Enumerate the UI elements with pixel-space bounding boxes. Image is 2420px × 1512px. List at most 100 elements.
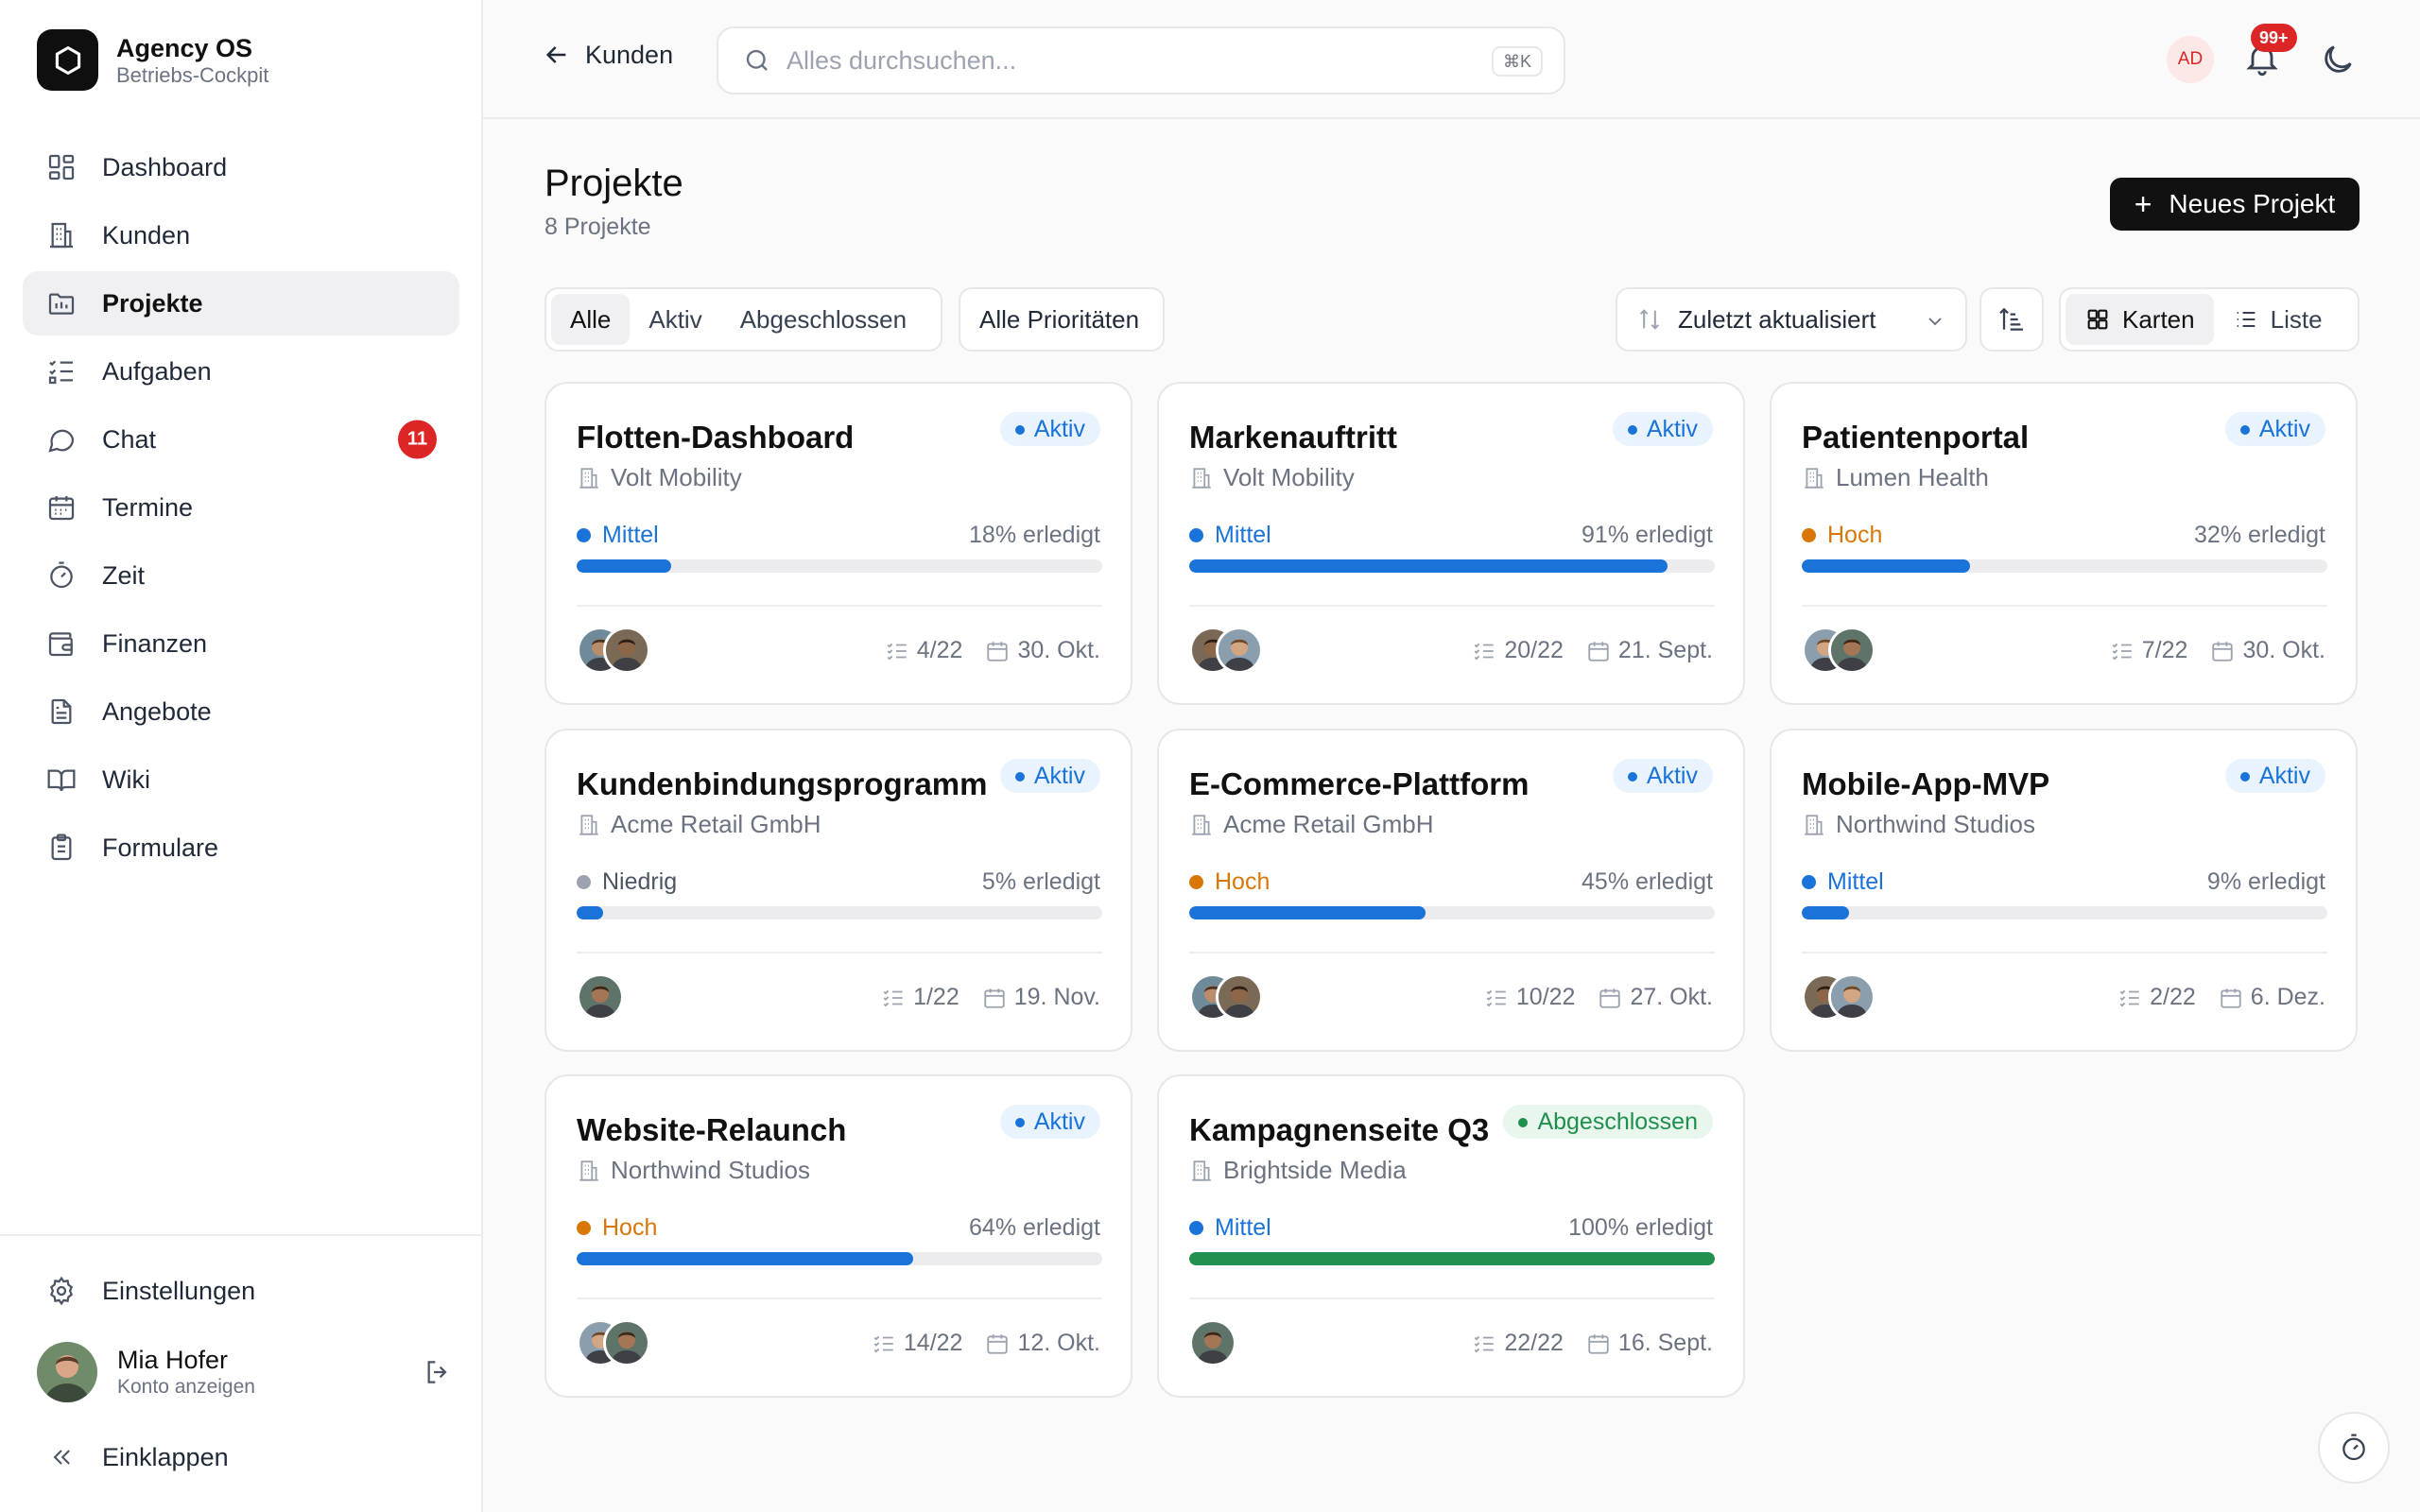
global-search[interactable]: ⌘K (717, 26, 1565, 94)
tab-alle[interactable]: Alle (551, 294, 631, 345)
moon-icon[interactable] (2319, 41, 2357, 83)
sort-value: Zuletzt aktualisiert (1678, 304, 1876, 334)
user-initials-avatar[interactable]: AD (2167, 36, 2214, 83)
user-account[interactable]: Mia Hofer Konto anzeigen (37, 1342, 453, 1402)
project-title: Mobile-App-MVP (1802, 766, 2050, 801)
progress-fill (1802, 906, 1850, 919)
sidebar-item-chat[interactable]: Chat 11 (23, 407, 459, 472)
priority-indicator: Hoch (577, 1214, 657, 1242)
sidebar-item-zeit[interactable]: Zeit (23, 543, 459, 608)
checklist-icon (873, 1335, 893, 1352)
team-avatars (577, 973, 624, 1021)
collapse-sidebar-button[interactable]: Einklappen (23, 1425, 459, 1489)
sidebar-item-kunden[interactable]: Kunden (23, 203, 459, 267)
project-card[interactable]: Markenauftritt Volt Mobility Aktiv Mitte… (1157, 382, 1745, 705)
progress-label: 9% erledigt (2206, 868, 2325, 895)
progress-fill (577, 559, 672, 573)
project-meta: 4/22 30. Okt. (885, 637, 1100, 664)
checklist-icon (887, 643, 907, 660)
status-badge: Aktiv (2224, 412, 2325, 446)
priority-dot (577, 528, 591, 542)
client-name: Brightside Media (1223, 1156, 1407, 1184)
calendar-icon (2221, 988, 2241, 1008)
due-date: 30. Okt. (1017, 637, 1100, 663)
progress-bar (1802, 559, 2327, 573)
building-icon (579, 1160, 598, 1181)
view-list-button[interactable]: Liste (2214, 294, 2342, 345)
double-chevron-left-icon (45, 1441, 78, 1473)
search-input[interactable] (786, 45, 1448, 76)
project-card[interactable]: Flotten-Dashboard Volt Mobility Aktiv Mi… (544, 382, 1132, 705)
progress-label: 45% erledigt (1582, 868, 1713, 895)
building-icon (1192, 814, 1211, 835)
project-card[interactable]: Kundenbindungsprogramm Acme Retail GmbH … (544, 729, 1132, 1052)
brand[interactable]: Agency OS Betriebs-Cockpit (37, 29, 268, 91)
sidebar-item-label: Projekte (102, 288, 203, 318)
timer-button[interactable] (2318, 1412, 2390, 1484)
logout-icon[interactable] (423, 1357, 453, 1392)
checklist-icon (45, 355, 78, 387)
sort-ascending-icon (1999, 307, 2023, 331)
client-name: Acme Retail GmbH (611, 810, 821, 838)
sidebar-item-aufgaben[interactable]: Aufgaben (23, 339, 459, 404)
sort-select[interactable]: Zuletzt aktualisiert (1616, 287, 1967, 352)
divider (577, 605, 1102, 607)
project-meta: 1/22 19. Nov. (881, 984, 1100, 1011)
progress-label: 5% erledigt (981, 868, 1100, 895)
status-badge: Abgeschlossen (1503, 1105, 1713, 1139)
sidebar-footer: Einstellungen Mia Hofer Konto anzeigen E… (0, 1234, 481, 1471)
sidebar: Agency OS Betriebs-Cockpit Dashboard Kun… (0, 0, 483, 1512)
priority-label: Mittel (602, 522, 659, 548)
project-card[interactable]: E-Commerce-Plattform Acme Retail GmbH Ak… (1157, 729, 1745, 1052)
team-avatars (1802, 973, 1876, 1021)
divider (1802, 952, 2327, 954)
project-card[interactable]: Patientenportal Lumen Health Aktiv Hoch … (1770, 382, 2358, 705)
project-title: Kundenbindungsprogramm (577, 766, 988, 801)
project-card[interactable]: Mobile-App-MVP Northwind Studios Aktiv M… (1770, 729, 2358, 1052)
project-card[interactable]: Website-Relaunch Northwind Studios Aktiv… (544, 1074, 1132, 1398)
progress-bar (577, 1252, 1102, 1265)
project-count: 8 Projekte (544, 214, 651, 240)
tab-aktiv[interactable]: Aktiv (630, 294, 720, 345)
priority-filter-select[interactable]: Alle Prioritäten (959, 287, 1165, 352)
sidebar-item-einstellungen[interactable]: Einstellungen (23, 1259, 459, 1323)
divider (1189, 952, 1715, 954)
project-title: E-Commerce-Plattform (1189, 766, 1530, 801)
status-badge: Aktiv (999, 759, 1100, 793)
sidebar-item-projekte[interactable]: Projekte (23, 271, 459, 335)
avatar (603, 1319, 650, 1366)
sort-direction-button[interactable] (1979, 287, 2044, 352)
new-project-button[interactable]: + Neues Projekt (2110, 178, 2360, 231)
search-shortcut-hint: ⌘K (1491, 46, 1543, 77)
avatar (1828, 973, 1876, 1021)
priority-indicator: Mittel (577, 522, 659, 549)
project-card[interactable]: Kampagnenseite Q3 Brightside Media Abges… (1157, 1074, 1745, 1398)
project-title: Patientenportal (1802, 420, 2030, 455)
sidebar-item-finanzen[interactable]: Finanzen (23, 611, 459, 676)
view-cards-button[interactable]: Karten (2066, 294, 2214, 345)
back-button[interactable]: Kunden (542, 40, 673, 70)
plus-icon: + (2134, 187, 2152, 221)
user-name: Mia Hofer (117, 1346, 229, 1374)
sidebar-item-wiki[interactable]: Wiki (23, 747, 459, 812)
priority-indicator: Hoch (1802, 522, 1882, 549)
priority-indicator: Mittel (1189, 1214, 1271, 1242)
due-date: 6. Dez. (2250, 984, 2325, 1010)
checklist-icon (1474, 1335, 1495, 1352)
priority-indicator: Niedrig (577, 868, 677, 896)
task-count: 7/22 (2141, 637, 2188, 663)
tab-abgeschlossen[interactable]: Abgeschlossen (721, 294, 925, 345)
priority-label: Mittel (1215, 1214, 1271, 1241)
sidebar-item-angebote[interactable]: Angebote (23, 679, 459, 744)
user-account-link: Konto anzeigen (117, 1376, 255, 1398)
priority-dot (1189, 1221, 1203, 1235)
sidebar-item-termine[interactable]: Termine (23, 475, 459, 540)
stopwatch-icon (2342, 1434, 2365, 1461)
sidebar-item-formulare[interactable]: Formulare (23, 816, 459, 880)
progress-fill (1802, 559, 1970, 573)
sidebar-item-dashboard[interactable]: Dashboard (23, 135, 459, 199)
priority-indicator: Mittel (1189, 522, 1271, 549)
brand-subtitle: Betriebs-Cockpit (116, 62, 269, 87)
priority-label: Hoch (1827, 522, 1883, 548)
priority-label: Niedrig (602, 868, 678, 895)
